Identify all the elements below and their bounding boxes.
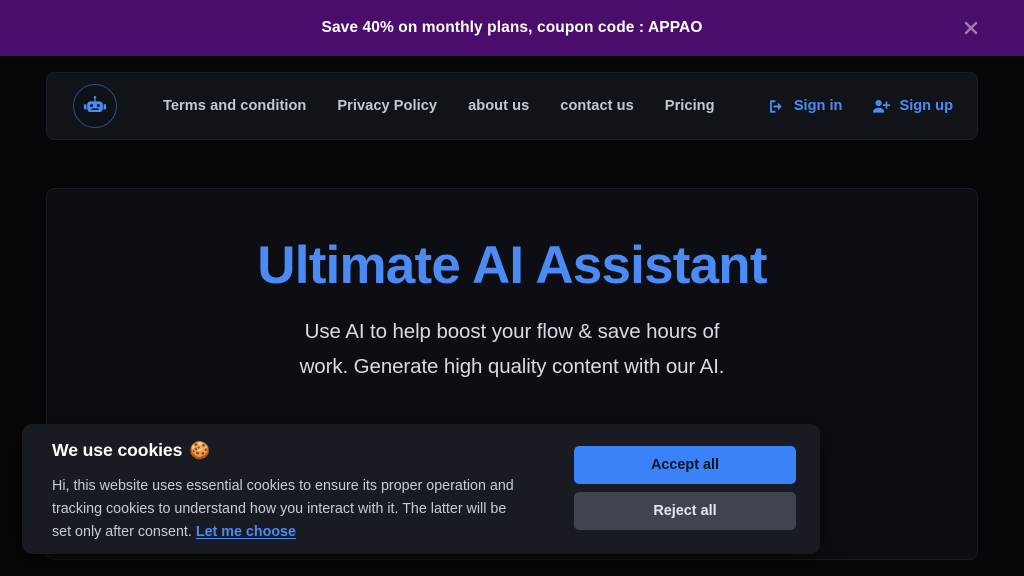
- sign-up-label: Sign up: [899, 98, 953, 114]
- let-me-choose-link[interactable]: Let me choose: [196, 524, 296, 540]
- main-navbar: Terms and condition Privacy Policy about…: [46, 72, 978, 140]
- promo-banner: Save 40% on monthly plans, coupon code :…: [0, 0, 1024, 56]
- close-icon[interactable]: [958, 15, 984, 41]
- robot-logo-icon[interactable]: [73, 84, 117, 128]
- promo-banner-text: Save 40% on monthly plans, coupon code :…: [321, 19, 703, 36]
- person-plus-icon: [872, 98, 891, 115]
- accept-all-button[interactable]: Accept all: [574, 446, 796, 484]
- sign-in-button[interactable]: Sign in: [768, 98, 843, 115]
- page-title: Ultimate AI Assistant: [257, 236, 767, 295]
- cookie-actions: Accept all Reject all: [574, 440, 796, 530]
- reject-all-button[interactable]: Reject all: [574, 492, 796, 530]
- login-arrow-icon: [768, 98, 785, 115]
- nav-auth-group: Sign in Sign up: [768, 98, 953, 115]
- cookie-banner-title: We use cookies 🍪: [52, 440, 552, 461]
- nav-link-privacy-policy[interactable]: Privacy Policy: [337, 98, 437, 114]
- sign-up-button[interactable]: Sign up: [872, 98, 953, 115]
- hero-subtitle: Use AI to help boost your flow & save ho…: [87, 314, 937, 385]
- hero-content: Ultimate AI Assistant Use AI to help boo…: [47, 237, 977, 385]
- nav-link-terms-and-condition[interactable]: Terms and condition: [163, 98, 306, 114]
- cookie-banner-title-text: We use cookies: [52, 440, 183, 460]
- hero-subtitle-line2: work. Generate high quality content with…: [299, 355, 725, 379]
- nav-link-pricing[interactable]: Pricing: [665, 98, 715, 114]
- nav-link-contact-us[interactable]: contact us: [560, 98, 633, 114]
- cookie-icon: 🍪: [189, 441, 211, 460]
- page-root: Save 40% on monthly plans, coupon code :…: [0, 0, 1024, 576]
- cookie-text-column: We use cookies 🍪 Hi, this website uses e…: [52, 440, 574, 544]
- nav-link-about-us[interactable]: about us: [468, 98, 529, 114]
- cookie-consent-banner: We use cookies 🍪 Hi, this website uses e…: [22, 424, 820, 554]
- cookie-banner-body: Hi, this website uses essential cookies …: [52, 475, 522, 544]
- hero-subtitle-line1: Use AI to help boost your flow & save ho…: [304, 320, 720, 344]
- sign-in-label: Sign in: [793, 98, 843, 114]
- nav-links: Terms and condition Privacy Policy about…: [163, 98, 715, 114]
